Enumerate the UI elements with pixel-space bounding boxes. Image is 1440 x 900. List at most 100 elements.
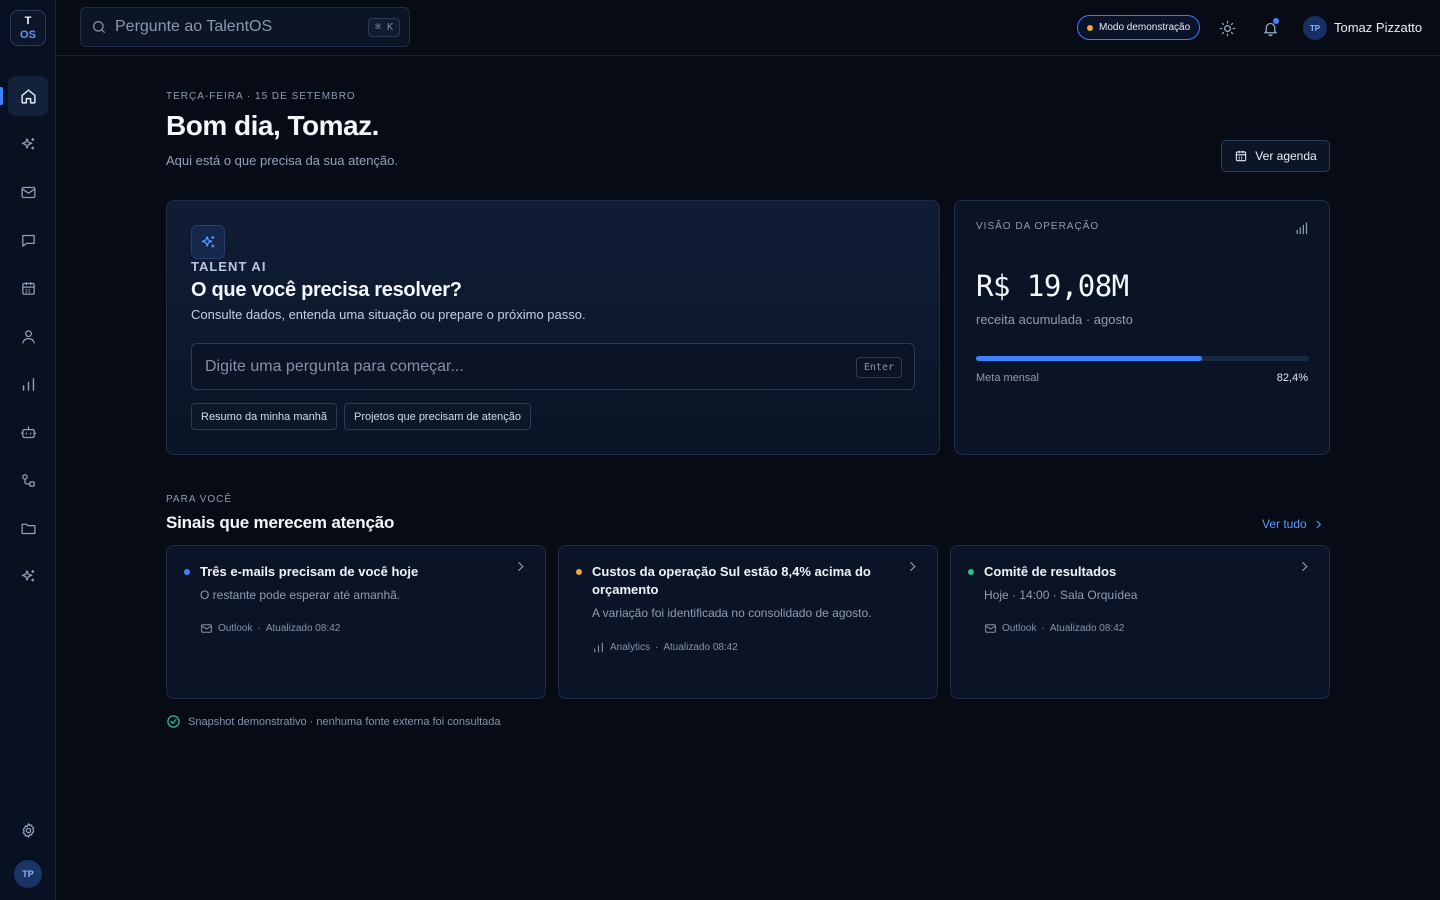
sidebar-item-people[interactable] [8,316,48,356]
signal-status-dot [576,569,582,575]
sidebar-item-calendar[interactable] [8,268,48,308]
signal-updated: Atualizado 08:42 [663,642,738,653]
footnote-text: Snapshot demonstrativo · nenhuma fonte e… [188,715,501,728]
mail-icon [20,186,36,198]
greeting-subtitle: Aqui está o que precisa da sua atenção. [166,153,398,168]
page-title: Bom dia, Tomaz. [166,110,379,141]
signal-status-dot [968,569,974,575]
user-name[interactable]: Tomaz Pizzatto [1334,20,1422,35]
check-circle-icon [167,715,180,728]
ai-badge [191,225,225,259]
signal-card[interactable]: Comitê de resultados Hoje · 14:00 · Sala… [950,545,1330,699]
enter-hint: Enter [855,357,902,378]
signal-card[interactable]: Três e-mails precisam de você hoje O res… [166,545,546,699]
signal-status-dot [184,569,190,575]
operation-eyebrow: VISÃO DA OPERAÇÃO [976,221,1100,232]
home-icon [20,88,36,104]
user-avatar[interactable]: TP [1303,16,1327,40]
signal-title: Comitê de resultados [984,564,1117,579]
app-logo[interactable]: T OS [10,10,46,46]
search-icon [93,21,105,33]
demo-mode-badge[interactable]: Modo demonstração [1077,15,1201,40]
signals-title: Sinais que merecem atenção [166,513,395,532]
signal-updated: Atualizado 08:42 [1049,623,1125,634]
signal-meta: Outlook · Atualizado 08:42 [984,622,1124,635]
sidebar-item-mail[interactable] [8,172,48,212]
signal-description: O restante pode esperar até amanhã. [200,588,401,602]
talent-ai-card: TALENT AI O que você precisa resolver? C… [166,200,940,455]
suggestion-chip-morning-summary[interactable]: Resumo da minha manhã [191,403,337,430]
gear-icon [22,822,34,838]
search-input[interactable]: Pergunte ao TalentOS ⌘ K [80,7,410,47]
ai-card-label: TALENT AI [191,259,267,274]
sidebar-avatar[interactable]: TP [14,860,42,888]
bot-icon [20,425,36,438]
ai-input-placeholder: Digite uma pergunta para começar... [205,357,464,375]
sparkles-icon [201,235,214,247]
ai-question-input[interactable]: Digite uma pergunta para começar... Ente… [191,343,915,390]
operation-chart-button[interactable] [1294,221,1309,236]
logo-line-1: T [24,14,32,27]
meta-separator: · [1041,623,1045,634]
sidebar-item-bot[interactable] [8,412,48,452]
monthly-goal-label: Meta mensal [976,372,1039,384]
user-icon [21,329,35,344]
sidebar-item-files[interactable] [8,508,48,548]
logo-line-2: OS [20,28,36,41]
chevron-right-icon [514,560,527,573]
mail-icon [985,624,996,633]
workflow-icon [21,473,35,487]
monthly-goal-progress [976,356,1309,361]
search-placeholder: Pergunte ao TalentOS [115,18,273,35]
signal-source: Outlook [218,623,253,634]
signal-description: Hoje · 14:00 · Sala Orquídea [984,588,1138,602]
view-agenda-button[interactable]: Ver agenda [1221,140,1330,172]
see-all-link[interactable]: Ver tudo [1262,517,1324,531]
suggestion-chip-projects-attention[interactable]: Projetos que precisam de atenção [344,403,531,430]
sidebar-item-workflows[interactable] [8,460,48,500]
greeting-date: TERÇA-FEIRA · 15 DE SETEMBRO [166,91,356,102]
bar-chart-icon [594,642,603,653]
operation-overview-card: VISÃO DA OPERAÇÃO R$ 19,08M receita acum… [954,200,1330,455]
sparkles-icon [21,569,34,581]
demo-mode-label: Modo demonstração [1099,22,1191,33]
revenue-value: R$ 19,08M [976,269,1129,303]
chevron-right-icon [1316,520,1321,528]
chevron-right-icon [906,560,919,573]
signal-meta: Outlook · Atualizado 08:42 [200,622,340,635]
signal-description: A variação foi identificada no consolida… [592,606,872,620]
signal-card[interactable]: Custos da operação Sul estão 8,4% acima … [558,545,938,699]
signal-title: Custos da operação Sul estão 8,4% acima … [592,564,871,597]
bar-chart-icon [22,377,34,391]
sidebar-item-chat[interactable] [8,220,48,260]
meta-separator: · [257,623,261,634]
bar-chart-icon [1296,222,1308,235]
notification-badge [1273,18,1279,24]
sidebar-item-ai[interactable] [8,124,48,164]
active-nav-indicator [0,87,3,105]
sidebar-item-home[interactable] [8,76,48,116]
ai-card-title: O que você precisa resolver? [191,279,462,301]
theme-toggle-button[interactable] [1215,16,1239,40]
sidebar-item-analytics[interactable] [8,364,48,404]
see-all-label: Ver tudo [1262,517,1307,531]
signal-source: Outlook [1002,623,1037,634]
snapshot-footnote: Snapshot demonstrativo · nenhuma fonte e… [166,714,500,729]
notifications-button[interactable] [1258,16,1282,40]
chat-icon [21,234,35,247]
calendar-icon [21,281,35,295]
signals-eyebrow: PARA VOCÊ [166,494,233,505]
monthly-goal-progress-fill [976,356,1203,361]
topbar: Pergunte ao TalentOS ⌘ K Modo demonstraç… [56,0,1440,56]
signal-title: Três e-mails precisam de você hoje [200,564,419,579]
settings-button[interactable] [8,810,48,850]
ai-card-subtitle: Consulte dados, entenda uma situação ou … [191,307,586,322]
sidebar-item-automations[interactable] [8,556,48,596]
meta-separator: · [655,642,659,653]
revenue-caption: receita acumulada · agosto [976,312,1133,327]
mail-icon [201,624,212,633]
sparkles-icon [21,137,34,149]
monthly-goal-value: 82,4% [1276,372,1308,384]
sun-icon [1219,20,1235,36]
sidebar: T OS TP [0,0,56,900]
